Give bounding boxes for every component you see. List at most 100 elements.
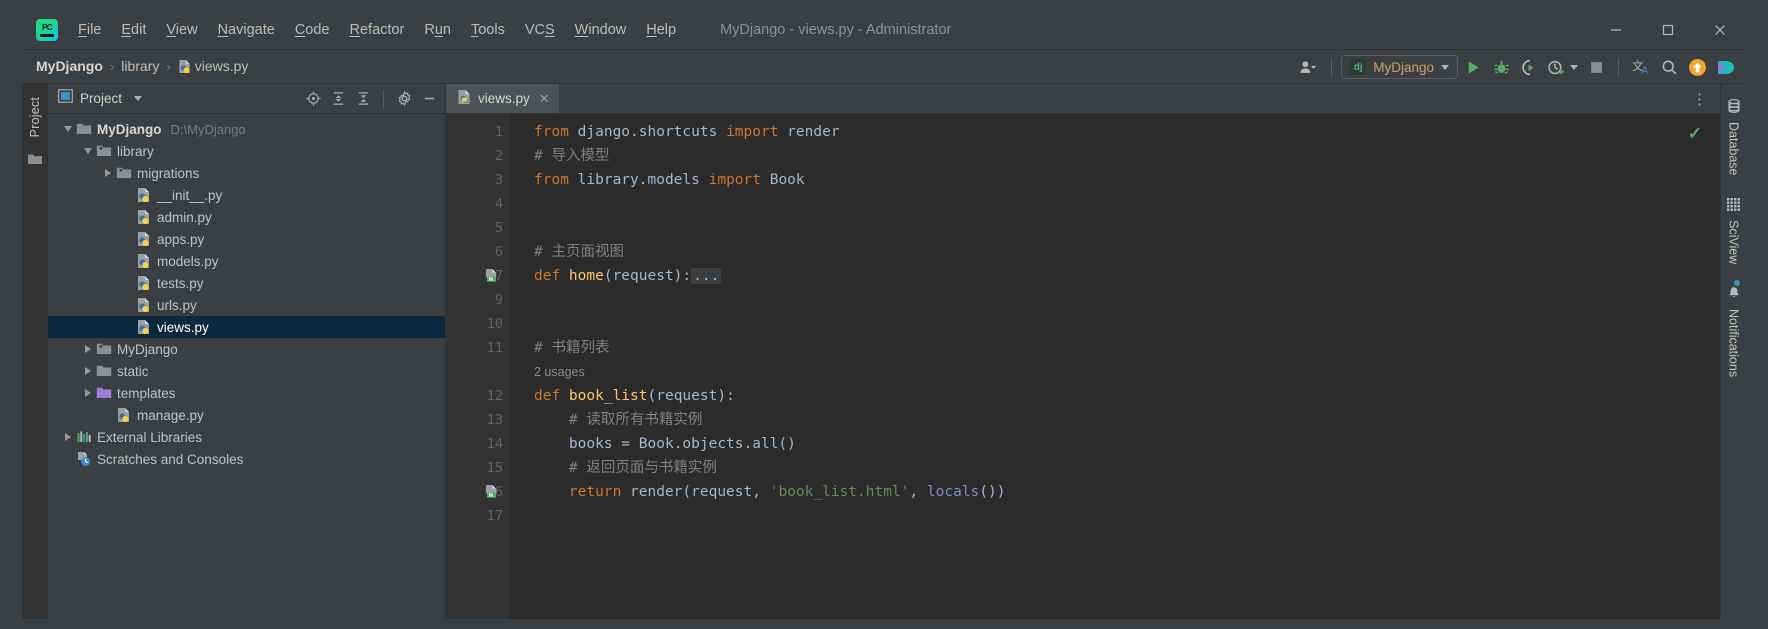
chevron-down-icon[interactable] xyxy=(60,126,76,132)
code-line[interactable]: def home(request):... xyxy=(510,264,1720,288)
tree-item-admin-py[interactable]: admin.py xyxy=(48,206,445,228)
run-configuration-selector[interactable]: dj MyDjango xyxy=(1341,55,1458,79)
tree-item-scratches-and-consoles[interactable]: Scratches and Consoles xyxy=(48,448,445,470)
chevron-down-icon[interactable] xyxy=(80,148,96,154)
main-body: Project Project MyDjango D:\MyDjango lib… xyxy=(22,84,1746,619)
breadcrumb-item-mydjango[interactable]: MyDjango xyxy=(36,58,103,74)
chevron-right-icon[interactable] xyxy=(80,345,96,353)
tool-window-tab-sciview[interactable]: SciView xyxy=(1725,195,1743,267)
tree-item-urls-py[interactable]: urls.py xyxy=(48,294,445,316)
code-token: render xyxy=(787,124,840,140)
code-token: from xyxy=(534,172,578,188)
settings-gear-icon[interactable] xyxy=(392,87,416,111)
chevron-down-icon xyxy=(1570,64,1578,70)
code-line[interactable]: return render(request, 'book_list.html',… xyxy=(510,480,1720,504)
hide-panel-icon[interactable] xyxy=(417,87,441,111)
close-button[interactable] xyxy=(1694,10,1746,50)
tree-item-models-py[interactable]: models.py xyxy=(48,250,445,272)
tree-item-manage-py[interactable]: manage.py xyxy=(48,404,445,426)
django-html-icon[interactable]: H xyxy=(484,484,500,500)
tree-item-migrations[interactable]: migrations xyxy=(48,162,445,184)
run-with-coverage-button[interactable] xyxy=(1516,54,1542,80)
tree-item-label: __init__.py xyxy=(157,187,223,203)
tree-item--init-py[interactable]: __init__.py xyxy=(48,184,445,206)
code-line[interactable]: # 返回页面与书籍实例 xyxy=(510,456,1720,480)
code-line[interactable]: from django.shortcuts import render xyxy=(510,120,1720,144)
search-icon[interactable] xyxy=(1656,54,1682,80)
menu-item-file[interactable]: File xyxy=(68,18,111,42)
code-line[interactable] xyxy=(510,504,1720,528)
collapse-all-icon[interactable] xyxy=(351,87,375,111)
editor-options-icon[interactable]: ⋮ xyxy=(1686,90,1714,108)
tool-window-tab-database[interactable]: Database xyxy=(1725,96,1743,179)
tool-window-tab-notifications[interactable]: Notifications xyxy=(1725,279,1743,380)
code-line[interactable] xyxy=(510,312,1720,336)
menu-item-window[interactable]: Window xyxy=(565,18,637,42)
tree-item-mydjango[interactable]: MyDjango xyxy=(48,338,445,360)
locate-icon[interactable] xyxy=(301,87,325,111)
menu-bar: File Edit View Navigate Code Refactor Run Tools… xyxy=(68,18,686,42)
code-line[interactable]: # 主页面视图 xyxy=(510,240,1720,264)
editor-gutter[interactable]: 1234567 H910111213141516 H17 xyxy=(446,114,510,619)
tree-item-views-py[interactable]: views.py xyxy=(48,316,445,338)
menu-item-run[interactable]: Run xyxy=(414,18,461,42)
tree-item-apps-py[interactable]: apps.py xyxy=(48,228,445,250)
python-file-icon xyxy=(136,297,152,313)
close-tab-icon[interactable]: ✕ xyxy=(539,91,550,107)
code-line[interactable] xyxy=(510,192,1720,216)
menu-item-help[interactable]: Help xyxy=(636,18,686,42)
plugin-icon[interactable] xyxy=(1712,54,1738,80)
code-line[interactable]: def book_list(request): xyxy=(510,384,1720,408)
debug-button[interactable] xyxy=(1488,54,1514,80)
folder-icon[interactable] xyxy=(28,152,42,165)
code-line[interactable] xyxy=(510,216,1720,240)
chevron-right-icon[interactable] xyxy=(60,433,76,441)
code-editor[interactable]: 1234567 H910111213141516 H17 from django… xyxy=(446,114,1720,619)
code-content[interactable]: from django.shortcuts import render # 导入模… xyxy=(510,114,1720,619)
tree-item-tests-py[interactable]: tests.py xyxy=(48,272,445,294)
code-line[interactable]: # 读取所有书籍实例 xyxy=(510,408,1720,432)
breadcrumb-item-library[interactable]: library xyxy=(121,58,159,74)
code-line[interactable] xyxy=(510,288,1720,312)
collapsed-fold-placeholder[interactable]: ... xyxy=(691,268,722,284)
menu-item-code[interactable]: Code xyxy=(285,18,340,42)
svg-text:H: H xyxy=(489,277,493,283)
tree-item-external-libraries[interactable]: External Libraries xyxy=(48,426,445,448)
menu-item-navigate[interactable]: Navigate xyxy=(208,18,285,42)
chevron-right-icon[interactable] xyxy=(80,367,96,375)
update-icon[interactable] xyxy=(1684,54,1710,80)
tree-item-mydjango[interactable]: MyDjango D:\MyDjango xyxy=(48,118,445,140)
menu-item-refactor[interactable]: Refactor xyxy=(340,18,415,42)
menu-item-edit[interactable]: Edit xyxy=(111,18,156,42)
tree-item-templates[interactable]: templates xyxy=(48,382,445,404)
inspection-status-icon[interactable]: ✓ xyxy=(1688,124,1702,144)
user-account-icon[interactable] xyxy=(1296,54,1322,80)
chevron-right-icon[interactable] xyxy=(80,389,96,397)
minimize-button[interactable] xyxy=(1590,10,1642,50)
code-line[interactable]: # 书籍列表 xyxy=(510,336,1720,360)
menu-item-view[interactable]: View xyxy=(156,18,207,42)
chevron-right-icon[interactable] xyxy=(100,169,116,177)
translate-icon[interactable]: 文 A xyxy=(1628,54,1654,80)
code-line[interactable]: # 导入模型 xyxy=(510,144,1720,168)
tool-window-tab-project[interactable]: Project xyxy=(26,92,44,142)
chevron-down-icon xyxy=(1441,64,1449,70)
run-configuration-name: MyDjango xyxy=(1373,59,1434,75)
editor-tab-views-py[interactable]: views.py ✕ xyxy=(446,84,559,113)
menu-item-vcs[interactable]: VCS xyxy=(515,18,565,42)
usages-inlay-hint[interactable]: 2 usages xyxy=(510,360,1720,384)
django-html-icon[interactable]: H xyxy=(484,268,500,284)
menu-item-tools[interactable]: Tools xyxy=(461,18,515,42)
profile-button[interactable] xyxy=(1544,54,1581,80)
code-line[interactable]: books = Book.objects.all() xyxy=(510,432,1720,456)
run-button[interactable] xyxy=(1460,54,1486,80)
expand-all-icon[interactable] xyxy=(326,87,350,111)
maximize-button[interactable] xyxy=(1642,10,1694,50)
tree-item-static[interactable]: static xyxy=(48,360,445,382)
stop-button[interactable] xyxy=(1583,54,1609,80)
breadcrumb-item-views-py[interactable]: views.py xyxy=(178,58,248,74)
breadcrumb-separator: › xyxy=(109,58,115,74)
code-line[interactable]: from library.models import Book xyxy=(510,168,1720,192)
chevron-down-icon[interactable] xyxy=(134,96,143,101)
tree-item-library[interactable]: library xyxy=(48,140,445,162)
